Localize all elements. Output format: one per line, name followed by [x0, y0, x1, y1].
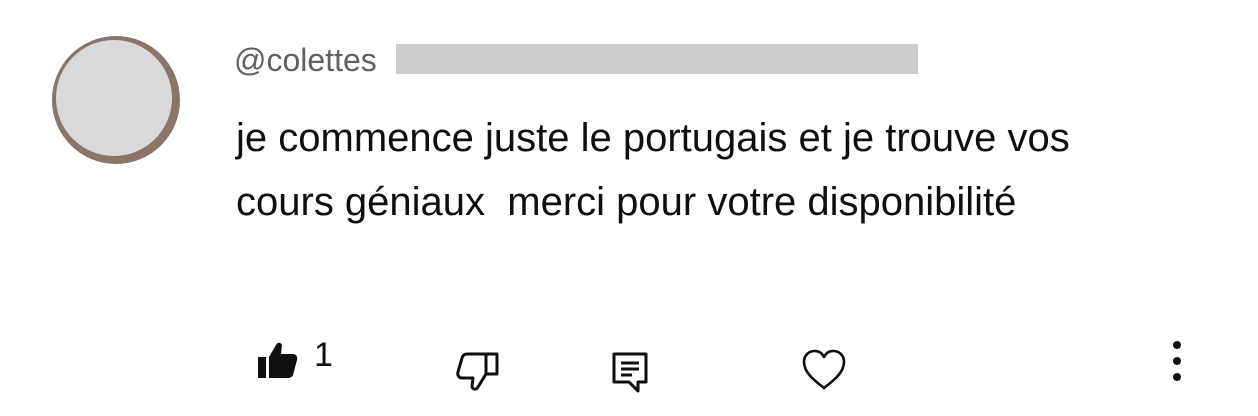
like-count: 1 — [314, 335, 333, 374]
heart-button[interactable] — [800, 348, 848, 392]
avatar-placeholder — [56, 40, 172, 156]
thumbs-up-filled-icon — [256, 340, 298, 380]
comment-text: je commence juste le portugais et je tro… — [236, 116, 1081, 224]
like-button[interactable]: 1 — [256, 336, 333, 380]
comment-header: @colettes — [234, 40, 377, 80]
username[interactable]: @colettes — [234, 42, 377, 78]
more-vertical-icon — [1164, 338, 1190, 384]
reply-button[interactable] — [610, 350, 650, 394]
dislike-button[interactable] — [456, 350, 500, 392]
more-options-button[interactable] — [1164, 338, 1190, 384]
reply-comment-icon — [610, 350, 650, 394]
heart-icon — [800, 348, 848, 392]
redaction-bar — [396, 44, 918, 74]
thumbs-down-icon — [456, 350, 500, 392]
avatar[interactable] — [52, 36, 180, 164]
